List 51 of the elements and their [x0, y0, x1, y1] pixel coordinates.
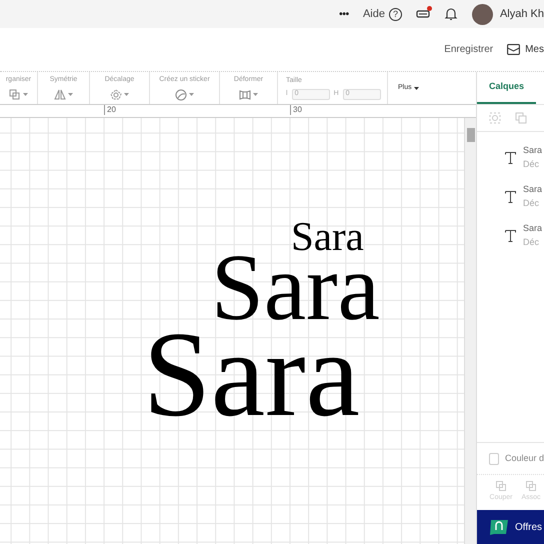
caret-icon	[253, 93, 258, 96]
layer-row[interactable]: Sara Déc	[477, 177, 544, 216]
layers-tab[interactable]: Calques	[477, 72, 536, 104]
machine-icon[interactable]	[416, 8, 430, 20]
layer-row[interactable]: Sara Déc	[477, 138, 544, 177]
projects-button[interactable]: Mes	[507, 42, 544, 57]
tool-icon	[9, 88, 21, 101]
tool-button[interactable]	[110, 88, 129, 101]
checkbox-label: Couleur d	[504, 452, 544, 465]
ruler-label: 20	[104, 105, 116, 115]
more-button[interactable]: •••	[339, 6, 349, 22]
scrollbar[interactable]	[464, 118, 476, 544]
layer-row[interactable]: Sara Déc	[477, 216, 544, 255]
tool-button[interactable]	[239, 88, 258, 101]
panel-action-icon	[526, 481, 536, 492]
text-layer-icon	[505, 230, 516, 242]
help-button[interactable]: Aide ?	[362, 6, 402, 22]
layer-subtitle: Déc	[523, 236, 540, 248]
layer-subtitle: Déc	[523, 196, 540, 210]
panel-action-icon	[496, 481, 506, 492]
layer-name: Sara	[523, 144, 542, 157]
text-layer-icon	[505, 152, 516, 164]
tool-button[interactable]	[54, 88, 73, 101]
caret-icon	[68, 93, 73, 96]
caret-icon	[124, 93, 129, 96]
offers-button[interactable]: Offres	[477, 510, 544, 544]
checkbox[interactable]	[489, 452, 499, 464]
caret-icon	[23, 93, 28, 96]
caret-icon	[414, 86, 419, 90]
tool-icon	[110, 88, 122, 101]
tool-icon	[239, 88, 251, 101]
tool-button[interactable]	[175, 88, 194, 101]
avatar-icon[interactable]	[472, 4, 493, 24]
tag-icon	[489, 519, 509, 535]
ruler-label: 30	[290, 105, 302, 115]
tool-button[interactable]	[9, 88, 28, 101]
layer-subtitle: Déc	[523, 158, 540, 170]
layer-action-icon[interactable]	[489, 112, 501, 124]
text-layer-icon	[505, 190, 516, 202]
user-name[interactable]: Alyah Kh	[500, 6, 544, 22]
tool-icon	[175, 88, 187, 101]
save-button[interactable]: Enregistrer	[444, 42, 494, 57]
canvas-text[interactable]: Sara	[291, 216, 364, 257]
inbox-icon	[507, 44, 520, 55]
layer-name: Sara	[523, 183, 542, 196]
layer-name: Sara	[523, 222, 542, 235]
bell-icon[interactable]	[444, 7, 458, 21]
layer-action-icon[interactable]	[515, 112, 527, 124]
help-icon: ?	[388, 8, 402, 20]
caret-icon	[189, 93, 194, 96]
tool-icon	[54, 88, 66, 101]
